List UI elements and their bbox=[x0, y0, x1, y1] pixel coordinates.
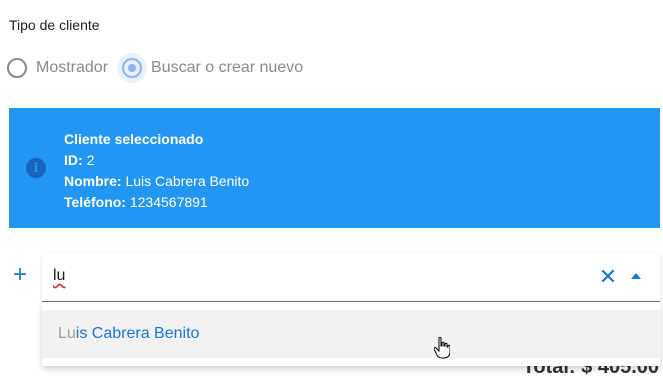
suggestion-item-text[interactable]: Luis Cabrera Benito bbox=[58, 325, 199, 343]
cliente-search-input[interactable]: lu bbox=[53, 267, 65, 285]
alert-nombre-label: Nombre: bbox=[64, 173, 122, 189]
radio-buscar-crear-label[interactable]: Buscar o crear nuevo bbox=[151, 59, 303, 77]
radio-mostrador-circle[interactable] bbox=[7, 58, 27, 78]
alert-title: Cliente seleccionado bbox=[64, 131, 204, 147]
alert-telefono-line: Teléfono: 1234567891 bbox=[64, 192, 249, 213]
suggestion-match[interactable]: Lu bbox=[58, 325, 76, 342]
plus-icon[interactable]: + bbox=[9, 263, 31, 287]
alert-id-line: ID: 2 bbox=[64, 150, 249, 171]
radio-mostrador-halo[interactable] bbox=[2, 53, 32, 83]
suggestion-rest[interactable]: is Cabrera Benito bbox=[76, 325, 200, 342]
tipo-cliente-label: Tipo de cliente bbox=[9, 17, 100, 33]
info-icon: i bbox=[26, 158, 46, 178]
alert-telefono-label: Teléfono: bbox=[64, 194, 126, 210]
radio-buscar-crear-circle[interactable] bbox=[122, 58, 143, 78]
alert-nombre-line: Nombre: Luis Cabrera Benito bbox=[64, 171, 249, 192]
tipo-cliente-radio-group: Mostrador Buscar o crear nuevo bbox=[7, 53, 319, 83]
suggestions-dropdown: Luis Cabrera Benito bbox=[42, 302, 660, 366]
close-icon[interactable]: ✕ bbox=[597, 266, 619, 288]
alert-telefono-value: 1234567891 bbox=[129, 194, 208, 210]
radio-mostrador[interactable]: Mostrador bbox=[7, 53, 108, 83]
radio-buscar-crear[interactable]: Buscar o crear nuevo bbox=[117, 53, 303, 83]
suggestion-item[interactable]: Luis Cabrera Benito bbox=[42, 310, 660, 358]
alert-nombre-value: Luis Cabrera Benito bbox=[125, 173, 250, 189]
cliente-seleccionado-alert: i Cliente seleccionado ID: 2 Nombre: Lui… bbox=[9, 108, 660, 228]
radio-buscar-crear-halo[interactable] bbox=[117, 53, 148, 83]
alert-id-label: ID: bbox=[64, 152, 83, 168]
radio-mostrador-label[interactable]: Mostrador bbox=[36, 59, 108, 77]
alert-id-value: 2 bbox=[86, 152, 95, 168]
arrow-up-icon[interactable] bbox=[631, 273, 641, 279]
alert-content: Cliente seleccionado ID: 2 Nombre: Luis … bbox=[64, 129, 249, 213]
hand-cursor-icon bbox=[434, 337, 450, 359]
cliente-search-field[interactable]: lu ✕ bbox=[42, 253, 660, 302]
